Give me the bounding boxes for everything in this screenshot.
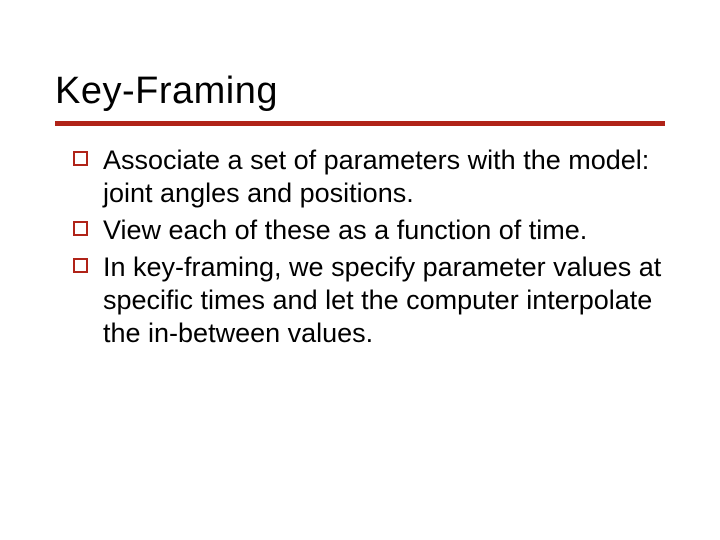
title-underline — [55, 121, 665, 126]
bullet-list: Associate a set of parameters with the m… — [73, 144, 665, 350]
checkbox-bullet-icon — [73, 151, 88, 166]
checkbox-bullet-icon — [73, 221, 88, 236]
slide: Key-Framing Associate a set of parameter… — [0, 0, 720, 540]
list-item: View each of these as a function of time… — [73, 214, 665, 247]
bullet-text: Associate a set of parameters with the m… — [103, 145, 649, 208]
slide-title: Key-Framing — [55, 70, 665, 113]
list-item: In key-framing, we specify parameter val… — [73, 251, 665, 350]
bullet-text: In key-framing, we specify parameter val… — [103, 252, 661, 348]
list-item: Associate a set of parameters with the m… — [73, 144, 665, 210]
checkbox-bullet-icon — [73, 258, 88, 273]
bullet-text: View each of these as a function of time… — [103, 215, 587, 245]
